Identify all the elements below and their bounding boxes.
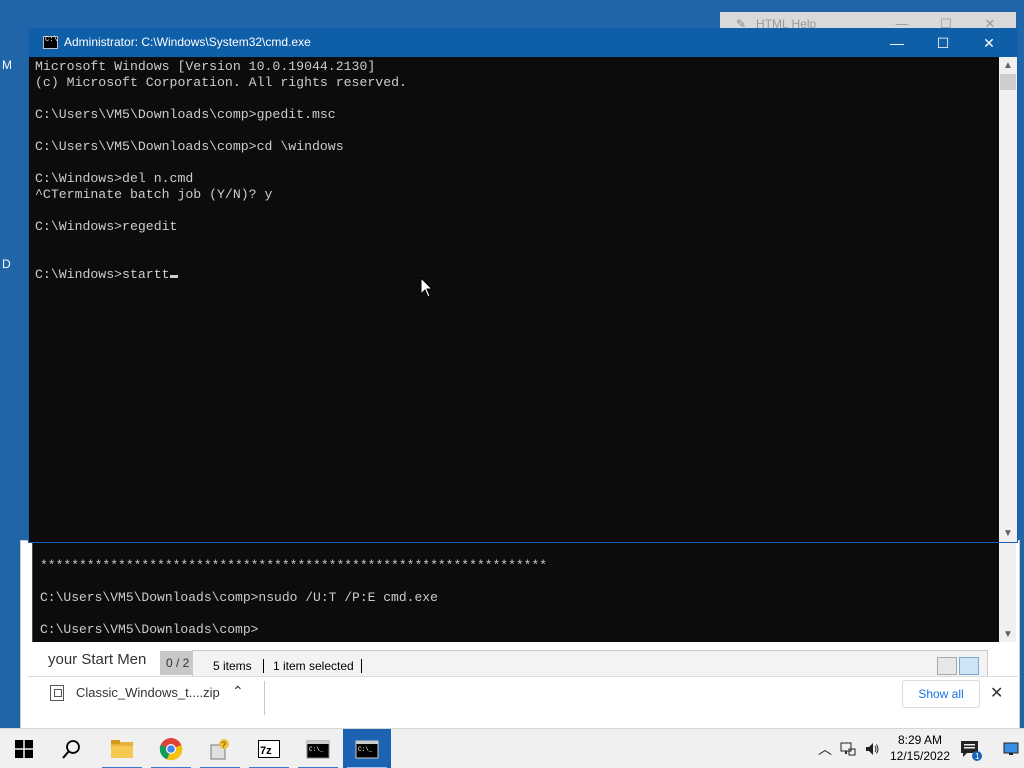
command-prompt-line[interactable]: C:\Windows>startt [35, 267, 178, 282]
svg-text:C:\_: C:\_ [309, 746, 324, 753]
search-icon [62, 740, 80, 759]
taskbar-7zip[interactable]: 7z [245, 729, 293, 768]
taskbar-nsudo[interactable]: ? [196, 729, 244, 768]
taskbar-chrome[interactable] [147, 729, 195, 768]
taskbar-cmd[interactable]: C:\_ [294, 729, 342, 768]
taskbar-file-explorer[interactable] [98, 729, 146, 768]
download-divider [264, 681, 265, 715]
chrome-icon [159, 738, 183, 761]
taskbar-cmd-active[interactable]: C:\_ [343, 729, 391, 768]
search-button[interactable] [48, 729, 96, 768]
cmd-active-icon: C:\_ [355, 740, 379, 759]
notification-count: 1 [975, 752, 980, 761]
maximize-icon[interactable]: ☐ [920, 29, 966, 57]
svg-text:7z: 7z [260, 745, 272, 757]
minimize-icon[interactable]: — [874, 29, 920, 57]
chevron-up-icon[interactable]: ︿ [818, 739, 832, 759]
large-icons-view-icon[interactable] [959, 657, 979, 675]
window-title: Administrator: C:\Windows\System32\cmd.e… [64, 35, 311, 49]
console-behind-output: ****************************************… [40, 558, 548, 637]
nsudo-icon: ? [210, 739, 229, 760]
status-separator [361, 659, 362, 673]
7zip-icon: 7z [258, 740, 280, 758]
scroll-down-icon[interactable]: ▼ [1003, 629, 1013, 640]
cmd-scrollbar[interactable]: ▲ ▼ [999, 57, 1017, 542]
cmd-titlebar[interactable]: Administrator: C:\Windows\System32\cmd.e… [29, 29, 1017, 57]
start-icon [15, 740, 33, 758]
file-explorer-icon [111, 740, 133, 758]
text-cursor [169, 275, 178, 278]
mouse-pointer-icon [420, 277, 434, 298]
svg-text:C:\_: C:\_ [358, 746, 373, 753]
desktop-label-d: D [2, 257, 11, 271]
page-snippet-text: your Start Men [48, 651, 147, 668]
items-count: 5 items [213, 659, 252, 673]
details-view-icon[interactable] [937, 657, 957, 675]
desktop-preview-icon[interactable] [1003, 741, 1019, 757]
close-icon[interactable]: ✕ [966, 29, 1012, 57]
console-output: Microsoft Windows [Version 10.0.19044.21… [35, 59, 407, 282]
desktop-label-m: M [2, 58, 12, 72]
cmd-app-icon[interactable] [43, 36, 58, 49]
notification-icon[interactable]: 1 [958, 737, 982, 761]
page-counter: 0 / 2 [160, 651, 196, 675]
console-output-area[interactable]: Microsoft Windows [Version 10.0.19044.21… [29, 57, 999, 542]
taskbar: ? 7z C:\_ C:\_ ︿ 8:29 AM 12/15/2022 1 [0, 728, 1024, 768]
scroll-up-icon[interactable]: ▲ [999, 57, 1017, 74]
volume-icon[interactable] [864, 741, 880, 757]
download-file-name[interactable]: Classic_Windows_t....zip [76, 685, 220, 700]
console-window-behind[interactable]: ****************************************… [32, 542, 1016, 642]
download-bar: Classic_Windows_t....zip ⌃ Show all ✕ [28, 676, 1018, 720]
network-icon[interactable] [840, 741, 856, 757]
show-all-button[interactable]: Show all [902, 680, 980, 708]
console-behind-scrollbar[interactable]: ▼ [999, 542, 1016, 642]
close-icon[interactable]: ✕ [990, 683, 1003, 703]
start-button[interactable] [0, 729, 48, 768]
scroll-thumb[interactable] [1000, 74, 1016, 90]
cmd-icon: C:\_ [306, 740, 330, 759]
chevron-up-icon[interactable]: ⌃ [232, 683, 244, 700]
zip-file-icon [50, 685, 64, 701]
cmd-window[interactable]: Administrator: C:\Windows\System32\cmd.e… [28, 28, 1018, 543]
svg-text:?: ? [222, 741, 227, 750]
scroll-down-icon[interactable]: ▼ [999, 525, 1017, 542]
selection-count: 1 item selected [273, 659, 354, 673]
status-separator [263, 659, 264, 673]
clock[interactable]: 8:29 AM 12/15/2022 [888, 732, 952, 764]
clock-time: 8:29 AM [897, 733, 943, 747]
clock-date: 12/15/2022 [889, 749, 951, 763]
